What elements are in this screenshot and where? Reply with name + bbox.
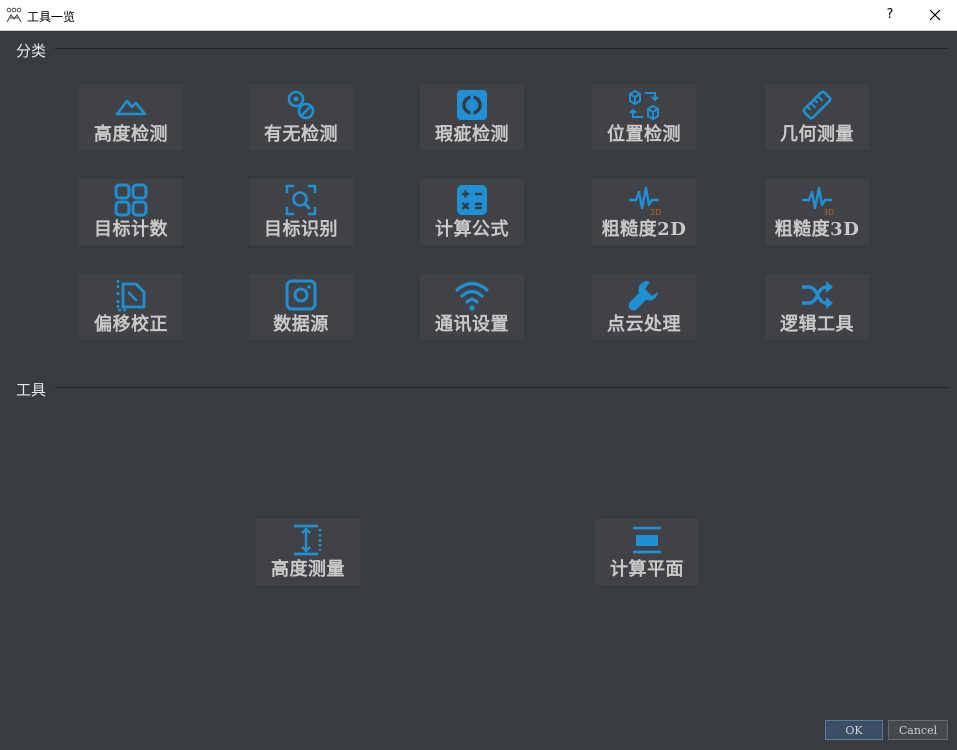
category-target-recognition[interactable]: 目标识别 bbox=[249, 179, 353, 245]
tool-height-measurement[interactable]: 高度测量 bbox=[256, 519, 360, 585]
ok-button[interactable]: OK bbox=[825, 720, 883, 740]
category-label: 计算公式 bbox=[435, 219, 509, 240]
close-icon bbox=[929, 9, 941, 21]
category-position-detection[interactable]: 位置检测 bbox=[592, 84, 696, 150]
cancel-button[interactable]: Cancel bbox=[888, 720, 948, 740]
wave-2d-icon: 2D bbox=[629, 186, 661, 217]
scan-search-icon bbox=[285, 184, 317, 216]
shuffle-icon bbox=[802, 281, 833, 309]
defect-icon bbox=[457, 90, 487, 120]
category-label: 几何测量 bbox=[780, 124, 854, 145]
category-label: 位置检测 bbox=[607, 124, 681, 145]
category-offset-correction[interactable]: 偏移校正 bbox=[79, 274, 183, 340]
category-roughness-2d[interactable]: 2D 粗糙度2D bbox=[592, 179, 696, 245]
close-button[interactable] bbox=[921, 4, 949, 26]
category-roughness-3d[interactable]: 3D 粗糙度3D bbox=[765, 179, 869, 245]
category-label: 逻辑工具 bbox=[780, 314, 854, 335]
section-divider bbox=[55, 387, 947, 388]
section-title-tools: 工具 bbox=[16, 381, 47, 399]
category-label: 通讯设置 bbox=[435, 314, 509, 335]
mountain-icon bbox=[115, 99, 147, 116]
position-icon bbox=[629, 89, 659, 121]
category-label: 目标识别 bbox=[264, 219, 338, 240]
category-height-detection[interactable]: 高度检测 bbox=[79, 84, 183, 150]
ruler-icon bbox=[802, 90, 832, 120]
category-defect-detection[interactable]: 瑕疵检测 bbox=[420, 84, 524, 150]
help-button[interactable]: ? bbox=[876, 4, 904, 26]
category-target-count[interactable]: 目标计数 bbox=[79, 179, 183, 245]
presence-icon bbox=[287, 90, 315, 120]
offset-icon bbox=[116, 280, 146, 312]
wave-3d-icon: 3D bbox=[802, 186, 834, 217]
category-presence-detection[interactable]: 有无检测 bbox=[249, 84, 353, 150]
category-label: 数据源 bbox=[273, 314, 329, 335]
category-label: 点云处理 bbox=[607, 314, 681, 335]
category-calculation-formula[interactable]: 计算公式 bbox=[420, 179, 524, 245]
plane-icon bbox=[633, 526, 661, 554]
tool-label: 计算平面 bbox=[610, 559, 684, 580]
category-label: 粗糙度2D bbox=[601, 219, 687, 240]
category-label: 目标计数 bbox=[94, 219, 168, 240]
window-title: 工具一览 bbox=[27, 10, 76, 24]
section-divider bbox=[55, 48, 947, 49]
category-label: 偏移校正 bbox=[94, 314, 168, 335]
category-communication-settings[interactable]: 通讯设置 bbox=[420, 274, 524, 340]
grid-icon bbox=[114, 183, 148, 217]
height-measure-icon bbox=[294, 524, 322, 556]
camera-icon bbox=[285, 279, 317, 311]
category-label: 有无检测 bbox=[264, 124, 338, 145]
category-label: 高度检测 bbox=[94, 124, 168, 145]
wrench-icon bbox=[628, 281, 658, 311]
category-logic-tools[interactable]: 逻辑工具 bbox=[765, 274, 869, 340]
calculator-icon bbox=[457, 185, 487, 215]
section-title-categories: 分类 bbox=[16, 42, 47, 60]
category-label: 粗糙度3D bbox=[774, 219, 860, 240]
category-geometry-measurement[interactable]: 几何测量 bbox=[765, 84, 869, 150]
app-icon bbox=[6, 7, 22, 23]
category-point-cloud-processing[interactable]: 点云处理 bbox=[592, 274, 696, 340]
category-label: 瑕疵检测 bbox=[435, 124, 509, 145]
tool-label: 高度测量 bbox=[271, 559, 345, 580]
title-bar: 工具一览 ? bbox=[0, 0, 957, 31]
category-data-source[interactable]: 数据源 bbox=[249, 274, 353, 340]
tool-calculate-plane[interactable]: 计算平面 bbox=[595, 519, 699, 585]
wifi-icon bbox=[455, 281, 489, 311]
